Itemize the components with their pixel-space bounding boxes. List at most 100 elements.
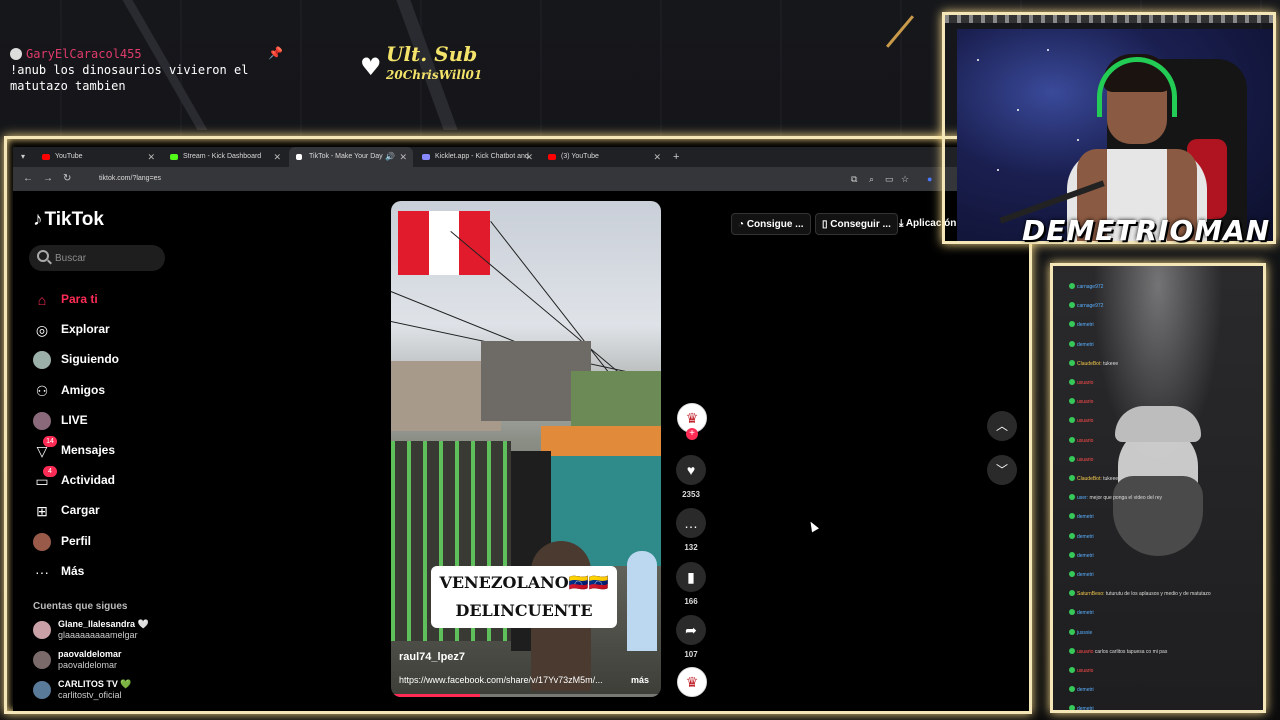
cast-icon[interactable]: ▭ xyxy=(885,167,894,191)
chat-panel: carnage972 carnage972 demetri demetri Claude… xyxy=(1050,263,1266,713)
webcam-feed xyxy=(957,29,1273,241)
chat-username: usuario xyxy=(1077,456,1094,463)
reload-icon[interactable]: ↻ xyxy=(63,167,71,191)
featured-chat-message: GaryElCaracol455 !anub los dinosaurios v… xyxy=(10,46,270,94)
bookmark-star-icon[interactable]: ☆ xyxy=(901,167,909,191)
profile-icon[interactable]: ● xyxy=(927,167,932,191)
chat-line: ClaudeBot: tukeee xyxy=(1069,359,1118,369)
close-icon[interactable]: ✕ xyxy=(399,147,407,167)
get-app-button[interactable]: ▯ Conseguir ... xyxy=(815,213,898,235)
sidebar-item-perfil[interactable]: Perfil xyxy=(29,527,199,557)
sidebar-item-mas[interactable]: ··· Más xyxy=(29,557,199,587)
video-author[interactable]: raul74_lpez7 xyxy=(399,651,465,663)
sidebar-item-actividad[interactable]: ▭ 4 Actividad xyxy=(29,466,199,496)
account-handle: carlitostv_oficial xyxy=(58,690,122,700)
comment-button[interactable]: … 132 xyxy=(671,508,711,552)
chevron-up-icon: ︿ xyxy=(995,419,1008,433)
browser-window: ▾ YouTube ✕ Stream - Kick Dashboard ✕ Ti… xyxy=(4,136,1032,714)
chat-username: demetri xyxy=(1077,533,1094,540)
chat-line: demetri xyxy=(1069,532,1094,542)
chat-line: demetri xyxy=(1069,320,1094,330)
roof xyxy=(541,426,661,456)
search-icon xyxy=(37,250,49,262)
sidebar-item-amigos[interactable]: ⚇ Amigos xyxy=(29,376,199,406)
chat-badge-icon xyxy=(1069,647,1075,654)
chat-line: demetri xyxy=(1069,512,1094,522)
search-input[interactable] xyxy=(55,249,155,267)
chat-username: jussxie xyxy=(1077,629,1093,636)
tab-kicklet[interactable]: Kicklet.app - Kick Chatbot and ✕ xyxy=(415,147,539,167)
more-link[interactable]: más xyxy=(631,675,649,685)
sidebar-item-siguiendo[interactable]: Siguiendo xyxy=(29,345,199,375)
star xyxy=(1077,139,1079,141)
chat-line: usuario xyxy=(1069,666,1093,676)
close-icon[interactable]: ✕ xyxy=(525,147,533,167)
address-bar: ← → ↻ tiktok.com/?lang=es ⧉ ⌕ ▭ ☆ ● xyxy=(13,167,1029,191)
tab-youtube[interactable]: YouTube ✕ xyxy=(35,147,161,167)
chat-badge-icon xyxy=(1069,302,1075,309)
save-button[interactable]: ▮ 166 xyxy=(671,562,711,606)
speaker-icon[interactable]: 🔊 xyxy=(385,147,395,167)
close-icon[interactable]: ✕ xyxy=(653,147,661,167)
sidebar-item-live[interactable]: LIVE xyxy=(29,406,199,436)
sidebar-item-mensajes[interactable]: ▽ 14 Mensajes xyxy=(29,435,199,466)
translate-icon[interactable]: ⧉ xyxy=(851,167,857,191)
tab-label: Stream - Kick Dashboard xyxy=(183,153,262,160)
like-button[interactable]: ♥ 2353 xyxy=(671,455,711,499)
previous-video-button[interactable]: ︿ xyxy=(987,411,1017,441)
chat-line: demetri xyxy=(1069,570,1094,580)
next-video-button[interactable]: ﹀ xyxy=(987,455,1017,485)
last-sub-title: Ult. Sub xyxy=(386,42,478,66)
follow-plus-icon[interactable]: + xyxy=(686,428,698,440)
chat-username: demetri xyxy=(1077,322,1094,329)
tiktok-page: ♪TikTok ⌂ Para ti ◎ Explorar Siguiendo xyxy=(13,191,1029,711)
tiktok-logo[interactable]: ♪ TikTok xyxy=(33,209,104,231)
chat-line: usuario xyxy=(1069,397,1093,407)
sound-disc-icon[interactable]: ♛ xyxy=(677,667,707,697)
account-name: paovaldelomar xyxy=(58,649,122,659)
zoom-icon[interactable]: ⌕ xyxy=(869,167,874,191)
search-box[interactable] xyxy=(29,245,165,271)
video-progress[interactable] xyxy=(391,694,661,697)
chat-username: usuario xyxy=(1077,399,1094,406)
chat-username: ClaudeBot: xyxy=(1077,360,1102,367)
close-icon[interactable]: ✕ xyxy=(273,147,281,167)
following-account[interactable]: paovaldelomar paovaldelomar xyxy=(33,649,183,677)
chat-badge-icon xyxy=(1069,494,1075,501)
sidebar-item-label: Para ti xyxy=(61,292,98,306)
chat-badge-icon xyxy=(1069,532,1075,539)
share-button[interactable]: ➦ 107 xyxy=(671,615,711,659)
tab-tiktok[interactable]: TikTok - Make Your Day 🔊 ✕ xyxy=(289,147,413,167)
chat-line: usuario xyxy=(1069,378,1093,388)
chat-username: usuario xyxy=(1077,668,1094,674)
video-player[interactable]: VENEZOLANO🇻🇪🇻🇪 DELINCUENTE raul74_lpez7 … xyxy=(391,201,661,697)
button-label: Consigue ... xyxy=(746,219,804,230)
new-tab-icon[interactable]: + xyxy=(673,147,679,167)
video-description-link[interactable]: https://www.facebook.com/share/v/17Yv73z… xyxy=(399,675,603,685)
sidebar-item-explorar[interactable]: ◎ Explorar xyxy=(29,315,199,345)
back-icon[interactable]: ← xyxy=(23,167,33,191)
chat-line: ClaudeBot: tukeee xyxy=(1069,474,1118,484)
tiktok-icon xyxy=(296,154,302,160)
url-field[interactable]: tiktok.com/?lang=es xyxy=(93,172,833,186)
chat-line: jussxie xyxy=(1069,628,1092,638)
tab-kick-dashboard[interactable]: Stream - Kick Dashboard ✕ xyxy=(163,147,287,167)
following-account[interactable]: CARLITOS TV 💚 carlitostv_oficial xyxy=(33,679,183,707)
peru-flag-icon xyxy=(398,211,491,275)
chevron-down-icon: ﹀ xyxy=(995,463,1008,477)
chat-text: !anub los dinosaurios vivieron el matuta… xyxy=(10,63,249,93)
close-icon[interactable]: ✕ xyxy=(147,147,155,167)
chat-username: demetri xyxy=(1077,514,1094,521)
chat-line: user: mejor que ponga el video del rey xyxy=(1069,493,1162,503)
forward-icon[interactable]: → xyxy=(43,167,53,191)
sidebar-item-para-ti[interactable]: ⌂ Para ti xyxy=(29,285,199,315)
tab-youtube-3[interactable]: (3) YouTube ✕ xyxy=(541,147,667,167)
share-count: 107 xyxy=(684,650,698,659)
stream-scene: GaryElCaracol455 !anub los dinosaurios v… xyxy=(0,0,1280,720)
get-coins-button[interactable]: ◔ Consigue ... xyxy=(731,213,811,235)
notification-badge: 4 xyxy=(43,466,57,478)
tab-search-icon[interactable]: ▾ xyxy=(21,147,25,167)
following-account[interactable]: Glane_llalesandra 🤍 glaaaaaaaaamelgar xyxy=(33,619,183,647)
sidebar-item-cargar[interactable]: ⊞ Cargar xyxy=(29,496,199,526)
chat-line: usuario xyxy=(1069,416,1093,426)
